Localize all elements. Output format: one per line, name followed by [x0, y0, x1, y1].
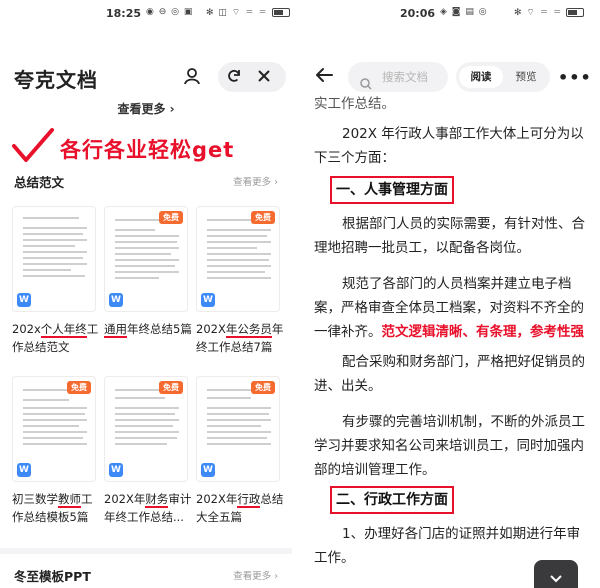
- free-badge: 免费: [67, 381, 91, 394]
- doc-paragraph: 规范了各部门的人员档案并建立电子档案，严格审查全体员工档案，对资料不齐全的一律补…: [314, 276, 585, 340]
- status-bar: 18:25 ◉ ⊖ ◎ ▣ ✻ ◫ ⌔ 〓 〓: [0, 0, 292, 26]
- more-menu-icon[interactable]: •••: [558, 68, 592, 87]
- status-app-icons: ◉ ⊖ ◎ ▣: [146, 7, 194, 17]
- doc-card-title: 202x个人年终工作总结范文: [12, 322, 99, 354]
- right-screen: 20:06 ◈ ◙ ▤ ◎ ✻ ⌔ 〓 〓 搜索文档 阅读 预览 ••• 实工作…: [300, 0, 600, 588]
- word-doc-icon: W: [109, 463, 123, 477]
- promo-text: 各行各业轻松get: [60, 138, 235, 162]
- free-badge: 免费: [251, 381, 275, 394]
- tab-preview[interactable]: 预览: [504, 66, 548, 88]
- doc-thumbnail: 免费 W: [196, 376, 280, 482]
- section-divider: [0, 548, 292, 554]
- doc-thumbnail: 免费 W: [104, 206, 188, 312]
- highlight-text: 范文逻辑清晰、有条理，参考性强: [381, 324, 585, 340]
- summary-section-title: 总结范文: [14, 175, 65, 190]
- status-time: 20:06: [400, 7, 436, 20]
- free-badge: 免费: [159, 211, 183, 224]
- doc-card-title: 202X年财务审计 年终工作总结...: [104, 492, 192, 524]
- word-doc-icon: W: [17, 463, 31, 477]
- word-doc-icon: W: [201, 463, 215, 477]
- panel-divider: [292, 0, 300, 588]
- doc-card-title: 通用年终总结5篇: [104, 322, 192, 338]
- summary-see-more[interactable]: 查看更多 ›: [233, 174, 278, 188]
- status-system-icons: ✻ ◫ ⌔ 〓 〓: [206, 7, 290, 18]
- doc-thumbnail: 免费 W: [104, 376, 188, 482]
- status-app-icons: ◈ ◙ ▤ ◎: [440, 7, 488, 17]
- doc-text-cutoff: 实工作总结。: [314, 96, 395, 112]
- doc-heading-2: 二、行政工作方面: [330, 486, 454, 514]
- app-title: 夸克文档: [14, 68, 98, 92]
- doc-card-title: 初三数学教师工 作总结模板5篇: [12, 492, 93, 524]
- doc-thumbnail: W: [12, 206, 96, 312]
- doc-heading-1: 一、人事管理方面: [330, 176, 454, 204]
- refresh-icon[interactable]: [222, 64, 246, 88]
- back-arrow-icon[interactable]: [314, 67, 334, 87]
- free-badge: 免费: [159, 381, 183, 394]
- status-bar: 20:06 ◈ ◙ ▤ ◎ ✻ ⌔ 〓 〓: [300, 0, 600, 26]
- battery-icon: [566, 8, 585, 17]
- user-icon[interactable]: [180, 64, 204, 88]
- ppt-section-title: 冬至模板PPT: [14, 569, 91, 584]
- close-icon[interactable]: [252, 64, 276, 88]
- doc-thumbnail: 免费 W: [12, 376, 96, 482]
- doc-paragraph: 配合采购和财务部门，严格把好促销员的进、出关。: [314, 354, 585, 394]
- doc-card-title: 202X年行政总结 大全五篇: [196, 492, 284, 524]
- left-screen: 18:25 ◉ ⊖ ◎ ▣ ✻ ◫ ⌔ 〓 〓 夸克文档 查看更多 › 各行各业…: [0, 0, 292, 588]
- status-system-icons: ✻ ⌔ 〓 〓: [514, 7, 585, 18]
- doc-paragraph: 有步骤的完善培训机制，不断的外派员工学习并要求知名公司来培训员工，同时加强内部的…: [314, 414, 585, 478]
- free-badge: 免费: [251, 211, 275, 224]
- chevron-down-icon: [549, 568, 563, 588]
- doc-paragraph: 202X 年行政人事部工作大体上可分为以下三个方面：: [314, 126, 584, 166]
- doc-thumbnail: 免费 W: [196, 206, 280, 312]
- word-doc-icon: W: [17, 293, 31, 307]
- tab-read[interactable]: 阅读: [459, 66, 503, 88]
- search-input[interactable]: 搜索文档: [348, 62, 448, 92]
- see-more-link[interactable]: 查看更多 ›: [0, 100, 292, 117]
- doc-paragraph: 根据部门人员的实际需要，有针对性、合理地招聘一批员工，以配备各岗位。: [314, 216, 585, 256]
- word-doc-icon: W: [109, 293, 123, 307]
- doc-card-title: 202X年公务员年终工作总结7篇: [196, 322, 284, 354]
- search-placeholder: 搜索文档: [382, 70, 428, 84]
- view-mode-toggle: 阅读 预览: [456, 62, 550, 92]
- battery-icon: [271, 8, 290, 17]
- red-checkmark: [10, 126, 56, 170]
- collapse-button[interactable]: [534, 560, 578, 588]
- status-time: 18:25: [106, 7, 142, 20]
- word-doc-icon: W: [201, 293, 215, 307]
- ppt-see-more[interactable]: 查看更多 ›: [233, 568, 278, 582]
